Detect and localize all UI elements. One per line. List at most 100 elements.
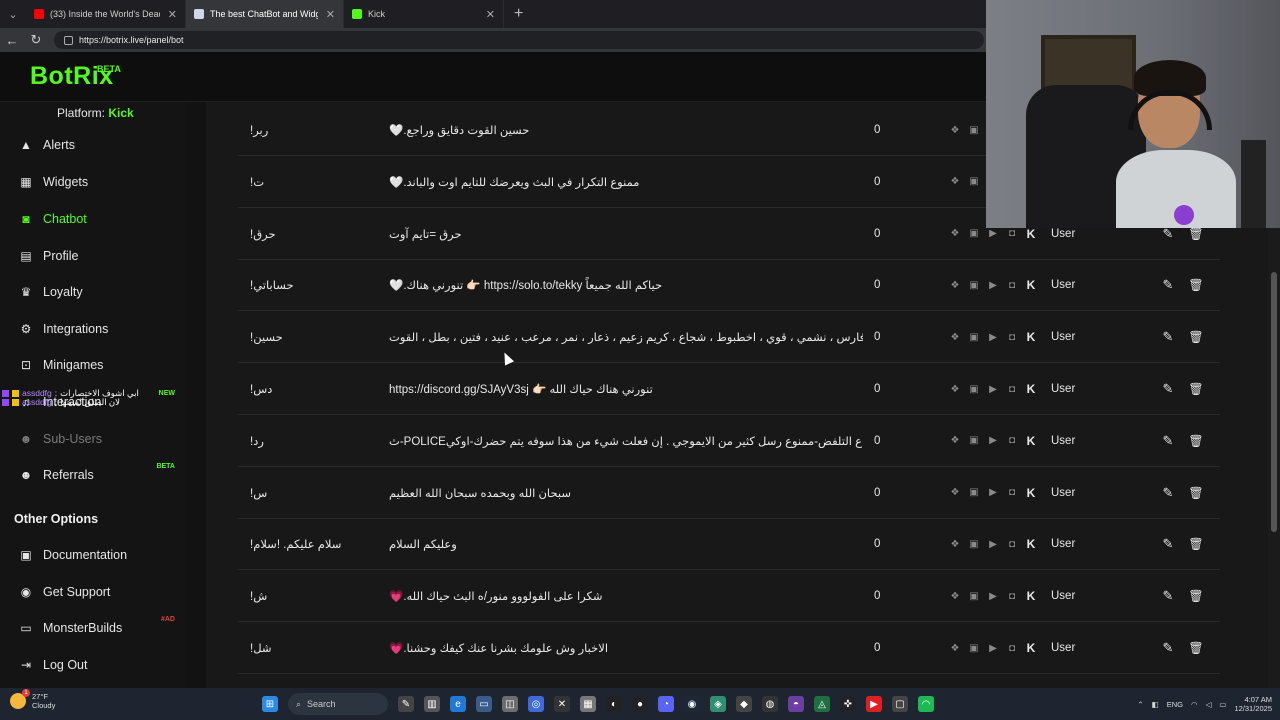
discord-icon[interactable]: ◘ (1006, 487, 1018, 498)
sidebar-item-get-support[interactable]: ◉ Get Support (0, 577, 186, 607)
trash-icon[interactable]: 🗑 (1188, 622, 1203, 674)
discord-icon[interactable]: ◘ (1006, 643, 1018, 654)
chat-icon[interactable]: ▣ (968, 332, 980, 343)
twitch-icon[interactable]: ❖ (949, 280, 961, 291)
sidebar-item-monsterbuilds[interactable]: ▭ MonsterBuilds #AD (0, 613, 186, 643)
pencil-icon[interactable]: ✎ (1161, 363, 1175, 415)
discord-icon[interactable]: ◘ (1006, 228, 1018, 239)
close-icon[interactable]: ✕ (318, 8, 335, 21)
language-indicator[interactable]: ENG (1167, 700, 1183, 709)
chat-icon[interactable]: ▣ (968, 539, 980, 550)
youtube-icon[interactable]: ▶ (866, 696, 882, 712)
chat-icon[interactable]: ▣ (968, 643, 980, 654)
pencil-icon[interactable]: ✎ (1161, 311, 1175, 363)
pencil-icon[interactable]: ✎ (1161, 518, 1175, 570)
trash-icon[interactable]: 🗑 (1188, 467, 1203, 519)
pencil-icon[interactable]: ✎ (1161, 415, 1175, 467)
weather-widget[interactable]: 1 27°F Cloudy (10, 689, 55, 710)
app-icon[interactable]: ✎ (398, 696, 414, 712)
kick-icon[interactable]: K (1025, 278, 1037, 292)
volume-icon[interactable]: ◁ (1206, 700, 1212, 709)
sidebar-item-widgets[interactable]: ▦ Widgets (0, 167, 186, 197)
url-field[interactable]: https://botrix.live/panel/bot (54, 31, 984, 49)
chat-icon[interactable]: ▣ (968, 228, 980, 239)
edge-icon[interactable]: e (450, 696, 466, 712)
sidebar-item-loyalty[interactable]: ♛ Loyalty (0, 277, 186, 307)
chat-icon[interactable]: ▣ (968, 280, 980, 291)
discord-icon[interactable]: ◘ (1006, 539, 1018, 550)
trash-icon[interactable]: 🗑 (1188, 570, 1203, 622)
network-icon[interactable]: ◠ (1191, 700, 1198, 709)
tab-youtube[interactable]: (33) Inside the World's Deadliest F ✕ (26, 0, 186, 28)
trash-icon[interactable]: 🗑 (1188, 259, 1203, 311)
youtube-icon[interactable]: ▶ (987, 487, 999, 498)
chat-icon[interactable]: ▣ (968, 487, 980, 498)
chat-icon[interactable]: ▣ (968, 384, 980, 395)
battery-icon[interactable]: ▭ (1219, 700, 1226, 709)
kick-icon[interactable]: K (1025, 537, 1037, 551)
discord-icon[interactable]: ◘ (1006, 280, 1018, 291)
chat-icon[interactable]: ▣ (968, 176, 980, 187)
start-icon[interactable]: ⊞ (262, 696, 278, 712)
kick-icon[interactable]: K (1025, 434, 1037, 448)
trash-icon[interactable]: 🗑 (1188, 311, 1203, 363)
kick-icon[interactable]: K (1025, 486, 1037, 500)
twitch-icon[interactable]: ❖ (949, 384, 961, 395)
app-icon[interactable]: ✜ (840, 696, 856, 712)
twitch-icon[interactable]: ❖ (949, 591, 961, 602)
new-tab-button[interactable]: + (504, 5, 533, 23)
back-icon[interactable]: ← (0, 33, 24, 48)
tab-botrix[interactable]: The best ChatBot and Widgets for ✕ (186, 0, 344, 28)
kick-icon[interactable]: K (1025, 641, 1037, 655)
youtube-icon[interactable]: ▶ (987, 228, 999, 239)
twitch-icon[interactable]: ❖ (949, 435, 961, 446)
reload-icon[interactable]: ↻ (24, 32, 48, 48)
sidebar-item-documentation[interactable]: ▣ Documentation (0, 540, 186, 570)
twitch-icon[interactable]: ❖ (949, 539, 961, 550)
close-icon[interactable]: ✕ (478, 8, 495, 21)
sidebar-item-integrations[interactable]: ⚙ Integrations (0, 314, 186, 344)
youtube-icon[interactable]: ▶ (987, 384, 999, 395)
app-icon[interactable]: ▢ (892, 696, 908, 712)
close-icon[interactable]: ✕ (160, 8, 177, 21)
sidebar-item-minigames[interactable]: ⊡ Minigames (0, 350, 186, 380)
kick-icon[interactable]: K (1025, 589, 1037, 603)
sidebar-item-chatbot[interactable]: ◙ Chatbot (0, 204, 186, 234)
sidebar-item-referrals[interactable]: ☻ Referrals BETA (0, 460, 186, 490)
kick-icon[interactable]: K (1025, 227, 1037, 241)
site-info-icon[interactable] (64, 35, 73, 45)
twitch-icon[interactable]: ❖ (949, 125, 961, 136)
trash-icon[interactable]: 🗑 (1188, 518, 1203, 570)
twitch-icon[interactable]: ❖ (949, 487, 961, 498)
youtube-icon[interactable]: ▶ (987, 280, 999, 291)
chevron-up-icon[interactable]: ⌃ (1137, 700, 1143, 709)
discord-icon[interactable]: ◘ (1006, 384, 1018, 395)
scrollbar-thumb[interactable] (1271, 272, 1277, 532)
sidebar-item-alerts[interactable]: ▲ Alerts (0, 130, 186, 160)
youtube-icon[interactable]: ▶ (987, 539, 999, 550)
pencil-icon[interactable]: ✎ (1161, 259, 1175, 311)
taskbar-search[interactable]: ⌕ Search (288, 693, 388, 715)
app-icon[interactable]: ◓ (788, 696, 804, 712)
twitch-icon[interactable]: ❖ (949, 228, 961, 239)
app-icon[interactable]: ◐ (606, 696, 622, 712)
trash-icon[interactable]: 🗑 (1188, 363, 1203, 415)
app-icon[interactable]: ◫ (502, 696, 518, 712)
chat-icon[interactable]: ▣ (968, 125, 980, 136)
clock[interactable]: 4:07 AM 12/31/2025 (1234, 695, 1272, 713)
youtube-icon[interactable]: ▶ (987, 643, 999, 654)
chat-icon[interactable]: ▣ (968, 435, 980, 446)
app-icon[interactable]: ▥ (424, 696, 440, 712)
app-icon[interactable]: ◍ (762, 696, 778, 712)
kick-icon[interactable]: K (1025, 382, 1037, 396)
kick-icon[interactable]: K (1025, 330, 1037, 344)
discord-icon[interactable]: ◘ (1006, 332, 1018, 343)
discord-icon[interactable]: ◘ (1006, 435, 1018, 446)
tab-search-button[interactable]: ⌄ (0, 0, 26, 28)
twitch-icon[interactable]: ❖ (949, 643, 961, 654)
github-icon[interactable]: ● (632, 696, 648, 712)
discord-icon[interactable]: ◔ (658, 696, 674, 712)
app-icon[interactable]: ◎ (528, 696, 544, 712)
discord-icon[interactable]: ◘ (1006, 591, 1018, 602)
tab-kick[interactable]: Kick ✕ (344, 0, 504, 28)
